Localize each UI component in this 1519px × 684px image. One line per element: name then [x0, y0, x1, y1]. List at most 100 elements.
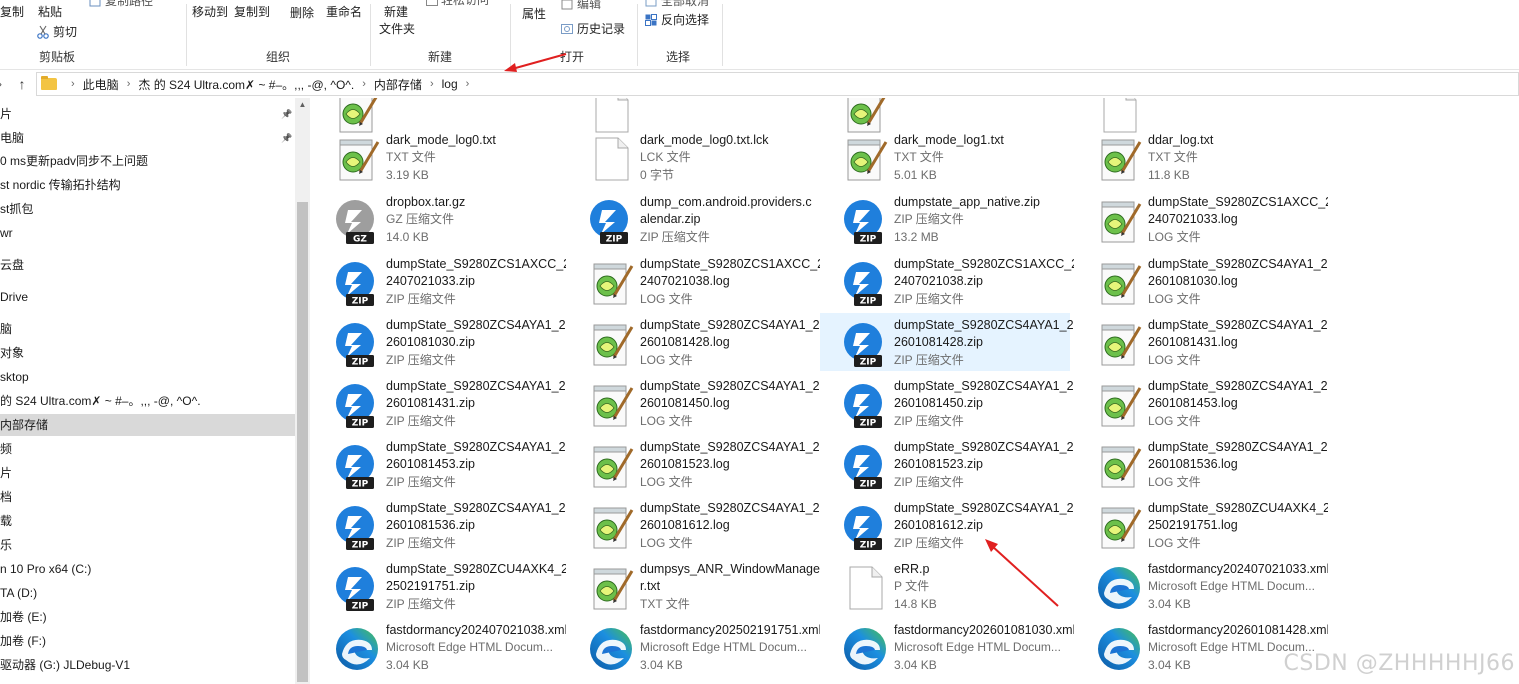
cut-button[interactable]: 剪切 — [36, 23, 77, 40]
file-item[interactable]: dumpState_S9280ZCS4AYA1_20 2601081536.lo… — [1074, 435, 1328, 493]
sidebar-item[interactable]: 加卷 (E:) — [0, 606, 295, 628]
file-item[interactable]: dumpState_S9280ZCU4AXK4_20 2502191751.lo… — [1074, 496, 1328, 554]
chevron-right-icon[interactable]: › — [127, 78, 131, 90]
sidebar-item[interactable]: wr — [0, 222, 295, 244]
copy-path-button[interactable]: 复制路径 — [88, 0, 153, 9]
easy-access-button[interactable]: 轻松访问 — [426, 0, 489, 8]
sidebar-item[interactable]: 片 📌 — [0, 103, 295, 125]
edit-label: 编辑 — [577, 0, 602, 11]
sidebar-item[interactable]: n 10 Pro x64 (C:) — [0, 558, 295, 580]
file-item[interactable]: ZIP dumpState_S9280ZCS4AYA1_20 2601081523… — [820, 435, 1074, 493]
file-item[interactable]: dumpState_S9280ZCS4AYA1_20 2601081523.lo… — [566, 435, 820, 493]
file-item[interactable]: ZIP dumpState_S9280ZCS4AYA1_20 2601081428… — [820, 313, 1074, 371]
sidebar-item[interactable]: 的 S24 Ultra.com✗ ~ #–。,,, -@, ^O^. — [0, 390, 295, 412]
chevron-right-icon[interactable]: › — [430, 78, 434, 90]
new-folder-button[interactable]: 新建 — [384, 3, 408, 20]
breadcrumb-this-pc[interactable]: 此电脑 — [83, 76, 119, 93]
file-type: 2.64 KB — [386, 98, 566, 100]
file-item[interactable]: fastdormancy202407021038.xml Microsoft Ed… — [312, 618, 566, 676]
sidebar-item[interactable]: 载 — [0, 510, 295, 532]
notepad-icon — [1094, 258, 1144, 308]
sidebar-item[interactable]: Drive — [0, 286, 295, 308]
file-item[interactable]: dumpsys_ANR_WindowManage r.txt TXT 文件 — [566, 557, 820, 615]
file-item[interactable]: ZIP dumpState_S9280ZCU4AXK4_20 2502191751… — [312, 557, 566, 615]
invert-selection-button[interactable]: 反向选择 — [644, 11, 709, 28]
copy-path-label: 复制路径 — [105, 0, 154, 8]
sidebar-item[interactable]: 频 — [0, 438, 295, 460]
pin-icon[interactable]: 📌 — [281, 132, 292, 144]
scroll-up-icon[interactable]: ▲ — [295, 98, 310, 112]
sidebar-item[interactable]: 0 ms更新padv同步不上问题 — [0, 150, 295, 172]
sidebar-item[interactable]: 内部存储 — [0, 414, 295, 436]
history-button[interactable]: 历史记录 — [560, 20, 625, 37]
chevron-right-icon[interactable]: › — [466, 78, 470, 90]
file-item[interactable]: fastdormancy202502191751.xml Microsoft Ed… — [566, 618, 820, 676]
sidebar-item[interactable]: 脑 — [0, 318, 295, 340]
breadcrumb-log[interactable]: log — [442, 77, 458, 91]
file-item[interactable]: dark_mode_log0.txt.lck LCK 文件 0 字节 — [566, 128, 816, 186]
back-arrow-icon[interactable]: › — [0, 74, 8, 94]
file-item[interactable]: dumpState_S9280ZCS4AYA1_20 2601081428.lo… — [566, 313, 820, 371]
file-item[interactable]: GZ dropbox.tar.gz GZ 压缩文件 14.0 KB — [312, 190, 562, 248]
sidebar-item[interactable]: 加卷 (F:) — [0, 630, 295, 652]
edit-button[interactable]: 编辑 — [560, 0, 601, 12]
sidebar-item-label: sktop — [0, 370, 29, 384]
sidebar-item[interactable]: 乐 — [0, 534, 295, 556]
file-type: TXT 文件 — [894, 150, 944, 164]
chevron-right-icon[interactable]: › — [362, 78, 366, 90]
select-none-button[interactable]: 全部取消 — [644, 0, 709, 9]
file-item[interactable]: dark_mode_log0.txt TXT 文件 3.19 KB — [312, 128, 562, 186]
file-item[interactable]: dumpState_S9280ZCS4AYA1_20 2601081450.lo… — [566, 374, 820, 432]
chevron-right-icon[interactable]: › — [71, 78, 75, 90]
address-bar[interactable]: › 此电脑 › 杰 的 S24 Ultra.com✗ ~ #–。,,, -@, … — [36, 72, 1519, 96]
delete-button[interactable]: 删除 — [290, 4, 314, 21]
file-item[interactable]: ZIP dumpState_S9280ZCS4AYA1_20 2601081450… — [820, 374, 1074, 432]
file-item[interactable]: ZIP dumpstate_app_native.zip ZIP 压缩文件 13.2 … — [820, 190, 1070, 248]
file-item[interactable]: ZIP dumpState_S9280ZCS1AXCC_20 2407021033… — [312, 252, 566, 310]
file-item[interactable]: fastdormancy202407021033.xml Microsoft Ed… — [1074, 557, 1328, 615]
file-item[interactable]: ZIP dumpState_S9280ZCS4AYA1_20 2601081431… — [312, 374, 566, 432]
properties-button[interactable]: 属性 — [522, 5, 546, 22]
file-item[interactable]: eRR.p P 文件 14.8 KB — [820, 557, 1070, 615]
file-item[interactable]: ZIP dumpState_S9280ZCS4AYA1_20 2601081030… — [312, 313, 566, 371]
sidebar-item[interactable]: 档 — [0, 486, 295, 508]
file-name: dumpState_S9280ZCS4AYA1_20 2601081453.zi… — [386, 440, 566, 471]
up-arrow-icon[interactable]: ↑ — [12, 74, 32, 94]
paste-button[interactable]: 粘贴 — [38, 3, 62, 20]
navigation-scrollbar[interactable]: ▲ — [295, 98, 310, 684]
file-item[interactable]: ZIP dumpState_S9280ZCS4AYA1_20 2601081453… — [312, 435, 566, 493]
sidebar-item[interactable]: 驱动器 (G:) JLDebug-V1 — [0, 654, 295, 676]
new-folder-button-line2[interactable]: 文件夹 — [379, 20, 415, 37]
file-item[interactable]: dumpState_S9280ZCS1AXCC_20 2407021033.lo… — [1074, 190, 1328, 248]
file-item[interactable]: dark_mode_log1.txt TXT 文件 5.01 KB — [820, 128, 1070, 186]
file-item[interactable]: fastdormancy202601081030.xml Microsoft Ed… — [820, 618, 1074, 676]
pin-icon[interactable]: 📌 — [281, 108, 292, 120]
move-to-button[interactable]: 移动到 — [192, 3, 228, 20]
file-item[interactable]: ddar_log.txt TXT 文件 11.8 KB — [1074, 128, 1324, 186]
file-item[interactable]: dumpState_S9280ZCS4AYA1_20 2601081453.lo… — [1074, 374, 1328, 432]
scrollbar-thumb[interactable] — [297, 202, 308, 682]
file-item[interactable]: dumpState_S9280ZCS4AYA1_20 2601081612.lo… — [566, 496, 820, 554]
sidebar-item[interactable]: 对象 — [0, 342, 295, 364]
rename-button[interactable]: 重命名 — [326, 3, 362, 20]
copy-button[interactable]: 复制 — [0, 3, 24, 20]
copy-to-button[interactable]: 复制到 — [234, 3, 270, 20]
file-item[interactable]: ZIP dumpState_S9280ZCS1AXCC_20 2407021038… — [820, 252, 1074, 310]
sidebar-item[interactable]: TA (D:) — [0, 582, 295, 604]
breadcrumb-internal-storage[interactable]: 内部存储 — [374, 76, 422, 93]
organize-group-label: 组织 — [266, 50, 291, 64]
file-item[interactable]: ZIP dump_com.android.providers.c alendar.… — [566, 190, 816, 248]
sidebar-item[interactable]: 云盘 — [0, 254, 295, 276]
sidebar-item[interactable]: 电脑 📌 — [0, 127, 295, 149]
file-item[interactable]: dumpState_S9280ZCS4AYA1_20 2601081030.lo… — [1074, 252, 1328, 310]
sidebar-item[interactable]: st抓包 — [0, 198, 295, 220]
file-name: dumpState_S9280ZCS4AYA1_20 2601081536.zi… — [386, 501, 566, 532]
file-item[interactable]: dumpState_S9280ZCS4AYA1_20 2601081431.lo… — [1074, 313, 1328, 371]
file-item[interactable]: dumpState_S9280ZCS1AXCC_20 2407021038.lo… — [566, 252, 820, 310]
sidebar-item[interactable]: sktop — [0, 366, 295, 388]
file-item[interactable]: ZIP dumpState_S9280ZCS4AYA1_20 2601081612… — [820, 496, 1074, 554]
sidebar-item[interactable]: st nordic 传输拓扑结构 — [0, 174, 295, 196]
breadcrumb-device[interactable]: 杰 的 S24 Ultra.com✗ ~ #–。,,, -@, ^O^. — [138, 76, 354, 93]
sidebar-item[interactable]: 片 — [0, 462, 295, 484]
file-item[interactable]: ZIP dumpState_S9280ZCS4AYA1_20 2601081536… — [312, 496, 566, 554]
